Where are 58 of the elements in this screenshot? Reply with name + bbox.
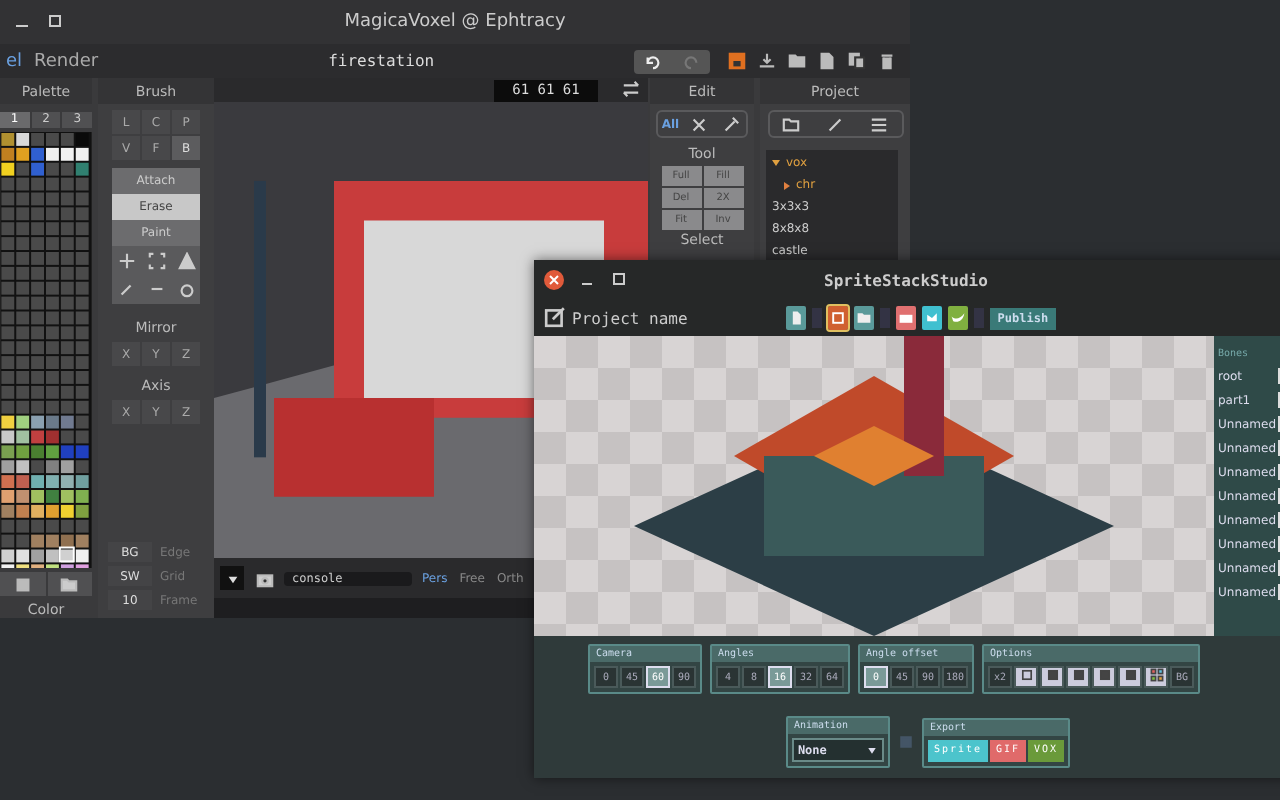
list-icon (870, 115, 888, 133)
wrench-icon (721, 115, 740, 133)
option-toggle[interactable] (1144, 666, 1169, 688)
brush-icon (826, 115, 844, 133)
open-button[interactable] (853, 306, 874, 330)
picker-icon (117, 280, 135, 298)
camera-icon (255, 569, 273, 587)
caret-icon (225, 571, 239, 585)
folder-button[interactable] (784, 49, 808, 73)
option-toggle[interactable] (1066, 666, 1091, 688)
undo-icon (644, 52, 662, 70)
folder-icon (855, 310, 872, 326)
caret-icon (865, 744, 878, 756)
document-icon (787, 310, 804, 326)
copy-button[interactable] (844, 49, 868, 73)
option-toggle[interactable] (1040, 666, 1065, 688)
new-button[interactable] (785, 306, 806, 330)
move-icon (117, 252, 135, 270)
menu-tab[interactable]: el (0, 51, 29, 71)
palette-left-button[interactable] (0, 572, 45, 597)
save-button[interactable] (827, 306, 848, 330)
save-icon (829, 310, 846, 326)
social-button[interactable] (921, 306, 942, 330)
select-box-icon (147, 252, 165, 270)
folder-icon (60, 575, 79, 594)
file-name: firestation (328, 52, 435, 70)
redo-icon (682, 52, 700, 70)
folder-icon (782, 115, 800, 133)
triangle-button[interactable] (172, 248, 200, 274)
save-icon (727, 52, 745, 70)
maximize-icon[interactable] (612, 272, 628, 288)
share-button[interactable] (895, 306, 916, 330)
document-icon (817, 52, 835, 70)
trash-icon (877, 52, 895, 70)
social-button[interactable] (947, 306, 968, 330)
folder-icon (897, 310, 914, 326)
option-toggle[interactable] (1118, 666, 1143, 688)
edit-icon (544, 305, 566, 327)
close-icon[interactable] (544, 270, 564, 290)
open-palette-button[interactable] (47, 572, 92, 597)
download-button[interactable] (754, 49, 778, 73)
option-toggle[interactable] (1092, 666, 1117, 688)
color-palette-drawing[interactable] (0, 131, 92, 569)
cross-icon (689, 115, 708, 133)
dropdown-button[interactable] (220, 566, 244, 590)
save-button[interactable] (724, 49, 748, 73)
window-title: MagicaVoxel @ Ephtracy (344, 12, 566, 32)
option-icon (1149, 668, 1164, 682)
download-icon (757, 52, 775, 70)
swap-icon (622, 79, 640, 97)
copy-icon (847, 52, 865, 70)
window-title: SpriteStackStudio (824, 271, 988, 289)
maximize-icon[interactable] (48, 14, 64, 30)
project-name: Project name (572, 309, 688, 327)
option-toggle[interactable] (1014, 666, 1039, 688)
menu-tab[interactable]: Render (28, 51, 105, 71)
folder-icon (787, 52, 805, 70)
triangle-icon (177, 252, 195, 270)
